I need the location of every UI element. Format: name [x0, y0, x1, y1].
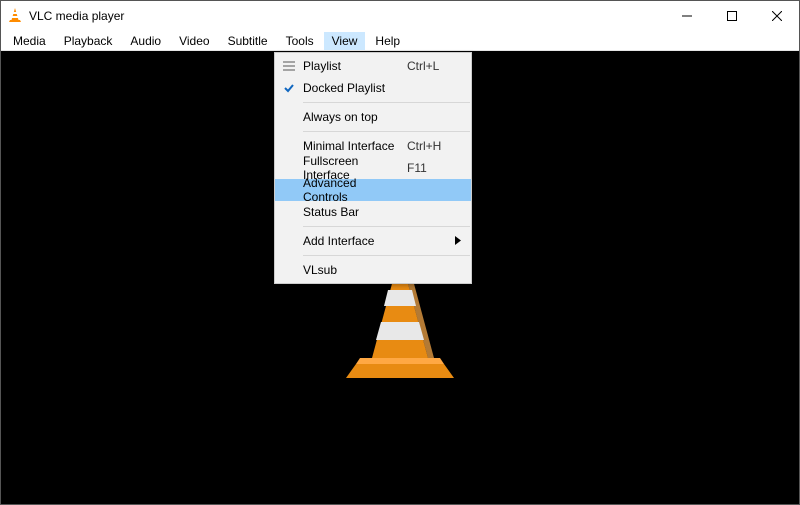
menu-item-label: Playlist: [303, 59, 399, 73]
menu-separator: [303, 226, 470, 227]
menu-item-always-on-top[interactable]: Always on top: [275, 106, 471, 128]
window-title: VLC media player: [29, 9, 124, 23]
menubar: Media Playback Audio Video Subtitle Tool…: [1, 31, 799, 51]
titlebar: VLC media player: [1, 1, 799, 31]
menu-item-accelerator: F11: [399, 161, 443, 175]
menu-item-label: VLsub: [303, 263, 399, 277]
menu-item-label: Advanced Controls: [303, 176, 399, 204]
menu-item-status-bar[interactable]: Status Bar: [275, 201, 471, 223]
menu-help[interactable]: Help: [367, 32, 408, 50]
menu-item-label: Status Bar: [303, 205, 399, 219]
menu-item-vlsub[interactable]: VLsub: [275, 259, 471, 281]
menu-item-playlist[interactable]: Playlist Ctrl+L: [275, 55, 471, 77]
playlist-icon: [275, 60, 303, 72]
close-button[interactable]: [754, 1, 799, 31]
window-controls: [664, 1, 799, 31]
vlc-cone-icon: [7, 7, 23, 26]
menu-item-label: Add Interface: [303, 234, 443, 248]
menu-item-label: Docked Playlist: [303, 81, 399, 95]
menu-item-docked-playlist[interactable]: Docked Playlist: [275, 77, 471, 99]
minimize-button[interactable]: [664, 1, 709, 31]
menu-video[interactable]: Video: [171, 32, 217, 50]
menu-audio[interactable]: Audio: [122, 32, 169, 50]
menu-item-add-interface[interactable]: Add Interface: [275, 230, 471, 252]
menu-item-label: Minimal Interface: [303, 139, 399, 153]
menu-subtitle[interactable]: Subtitle: [220, 32, 276, 50]
maximize-button[interactable]: [709, 1, 754, 31]
menu-item-accelerator: Ctrl+H: [399, 139, 443, 153]
titlebar-left: VLC media player: [7, 7, 124, 26]
menu-item-accelerator: Ctrl+L: [399, 59, 443, 73]
check-icon: [275, 82, 303, 94]
menu-media[interactable]: Media: [5, 32, 54, 50]
submenu-arrow-icon: [455, 234, 461, 248]
menu-separator: [303, 131, 470, 132]
menu-tools[interactable]: Tools: [278, 32, 322, 50]
menu-separator: [303, 102, 470, 103]
view-dropdown: Playlist Ctrl+L Docked Playlist Always o…: [274, 52, 472, 284]
menu-item-label: Always on top: [303, 110, 399, 124]
menu-playback[interactable]: Playback: [56, 32, 121, 50]
menu-view[interactable]: View: [324, 32, 366, 50]
menu-item-advanced-controls[interactable]: Advanced Controls: [275, 179, 471, 201]
menu-separator: [303, 255, 470, 256]
app-window: VLC media player Media Playback Audio Vi…: [0, 0, 800, 505]
